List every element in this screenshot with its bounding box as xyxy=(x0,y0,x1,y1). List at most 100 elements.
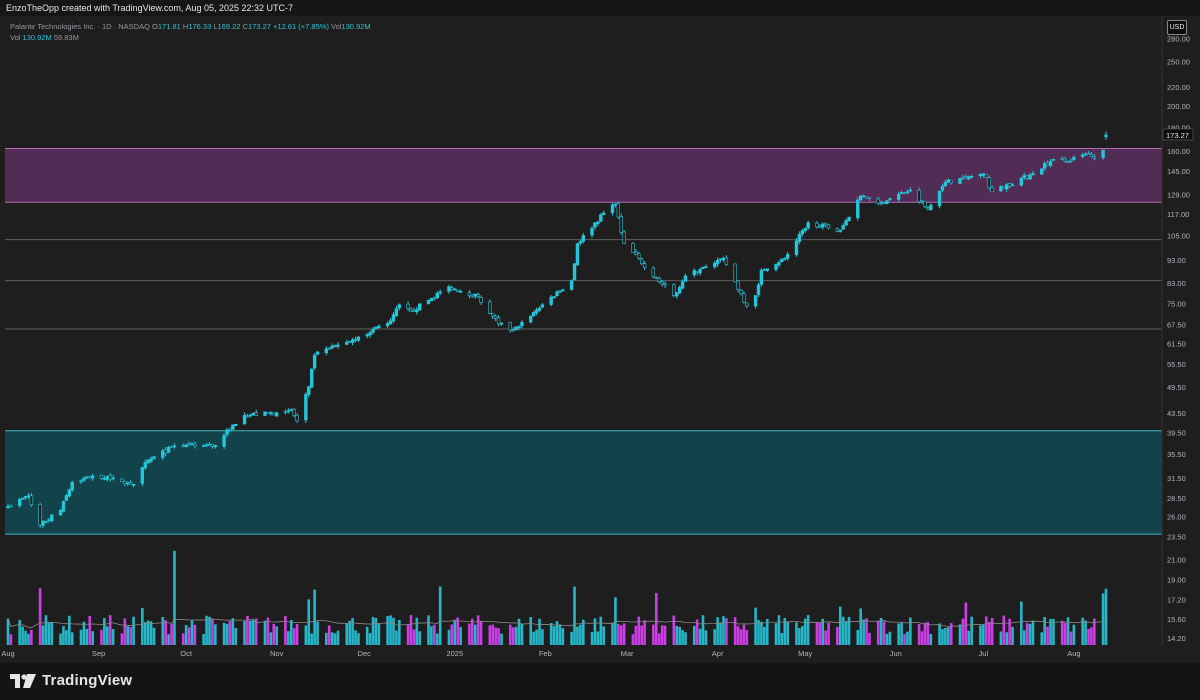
volume-bar xyxy=(79,629,83,645)
volume-bar xyxy=(211,619,214,645)
volume-bar xyxy=(222,622,226,645)
volume-bar xyxy=(1005,632,1009,645)
candle-body xyxy=(572,263,577,281)
volume-bar xyxy=(538,618,541,645)
candle-body xyxy=(613,203,618,206)
candle-body xyxy=(917,190,921,203)
price-axis-label: 43.50 xyxy=(1167,409,1186,418)
volume-bar xyxy=(377,623,381,645)
candle-body xyxy=(312,354,317,369)
volume-bar xyxy=(535,629,538,645)
candle-body xyxy=(345,342,349,345)
candle-body xyxy=(1101,149,1105,159)
candle-body xyxy=(940,186,945,191)
volume-bar xyxy=(640,625,643,645)
time-axis-label: Jun xyxy=(890,649,902,658)
time-axis-label: Aug xyxy=(1067,649,1080,658)
candle-body xyxy=(58,509,63,516)
price-chart[interactable]: 280.00250.00220.00200.00180.00160.00145.… xyxy=(0,16,1200,663)
volume-bar xyxy=(815,622,819,645)
candle-body xyxy=(61,501,66,512)
candle-body xyxy=(315,351,320,355)
candle-body xyxy=(149,458,153,462)
candle-body xyxy=(418,303,422,311)
candle-body xyxy=(496,317,501,325)
candle-body xyxy=(333,345,337,348)
volume-bar xyxy=(289,619,293,645)
volume-bar xyxy=(579,624,582,645)
volume-bar xyxy=(292,628,296,645)
candle-body xyxy=(780,258,784,262)
candle-body xyxy=(336,344,340,347)
candle-body xyxy=(234,423,238,427)
candle-body xyxy=(651,267,656,278)
volume-bar xyxy=(330,632,334,645)
volume-bar xyxy=(698,628,702,645)
volume-bar xyxy=(27,633,30,645)
candle-body xyxy=(201,445,206,447)
candle-body xyxy=(26,495,31,498)
volume-bar xyxy=(929,633,933,645)
volume-bar xyxy=(678,626,681,645)
price-axis-label: 23.50 xyxy=(1167,533,1186,542)
volume-bar xyxy=(511,627,515,645)
volume-bar xyxy=(763,626,766,645)
volume-bar xyxy=(24,630,27,645)
volume-bar xyxy=(964,602,968,645)
candle-body xyxy=(739,290,743,295)
volume-bar xyxy=(906,631,909,645)
candle-body xyxy=(470,294,475,298)
candle-body xyxy=(596,221,600,225)
candle-body xyxy=(412,310,416,312)
last-price-label: 173.27 xyxy=(1166,131,1189,140)
volume-bar xyxy=(938,623,941,645)
candle-body xyxy=(511,329,515,331)
candle-body xyxy=(85,476,89,479)
candle-body xyxy=(721,257,726,261)
candle-body xyxy=(295,414,299,422)
volume-bar xyxy=(1020,601,1023,645)
volume-bar xyxy=(824,630,827,645)
candle-body xyxy=(642,263,647,268)
candle-body xyxy=(1010,184,1015,187)
candle-body xyxy=(815,222,819,228)
volume-bar xyxy=(713,629,716,645)
candle-body xyxy=(409,309,413,312)
volume-bar xyxy=(885,633,889,645)
candle-body xyxy=(777,262,781,266)
candle-body xyxy=(619,216,623,233)
volume-bar xyxy=(18,620,21,645)
volume-bar xyxy=(576,626,579,645)
candle-body xyxy=(9,505,13,508)
volume-bar xyxy=(631,634,635,645)
candle-body xyxy=(67,489,72,497)
footer-bar xyxy=(0,663,1200,700)
candle-body xyxy=(736,280,740,290)
price-axis-label: 28.50 xyxy=(1167,494,1186,503)
currency-button[interactable]: USD xyxy=(1167,20,1187,35)
price-axis-label: 105.00 xyxy=(1167,232,1190,241)
volume-bar xyxy=(786,621,789,645)
candle-body xyxy=(394,308,399,316)
volume-bar xyxy=(234,628,238,645)
volume-bar xyxy=(438,586,442,645)
candle-body xyxy=(561,289,565,292)
price-axis-label: 67.50 xyxy=(1167,321,1186,330)
vol-label: Vol xyxy=(331,22,342,31)
candle-body xyxy=(429,297,434,302)
candle-body xyxy=(1066,161,1070,163)
volume-bar xyxy=(412,629,416,645)
volume-bar xyxy=(722,616,725,645)
candle-body xyxy=(844,220,848,226)
candle-body xyxy=(111,477,115,480)
candle-body xyxy=(289,409,293,411)
volume-bar xyxy=(243,621,246,645)
volume-bar xyxy=(129,627,132,645)
candle-body xyxy=(765,268,769,271)
volume-bar xyxy=(287,631,290,645)
candle-body xyxy=(695,270,699,273)
candle-body xyxy=(368,332,372,336)
candle-body xyxy=(365,334,369,337)
candle-body xyxy=(79,480,83,483)
time-axis-label: Jul xyxy=(979,649,989,658)
